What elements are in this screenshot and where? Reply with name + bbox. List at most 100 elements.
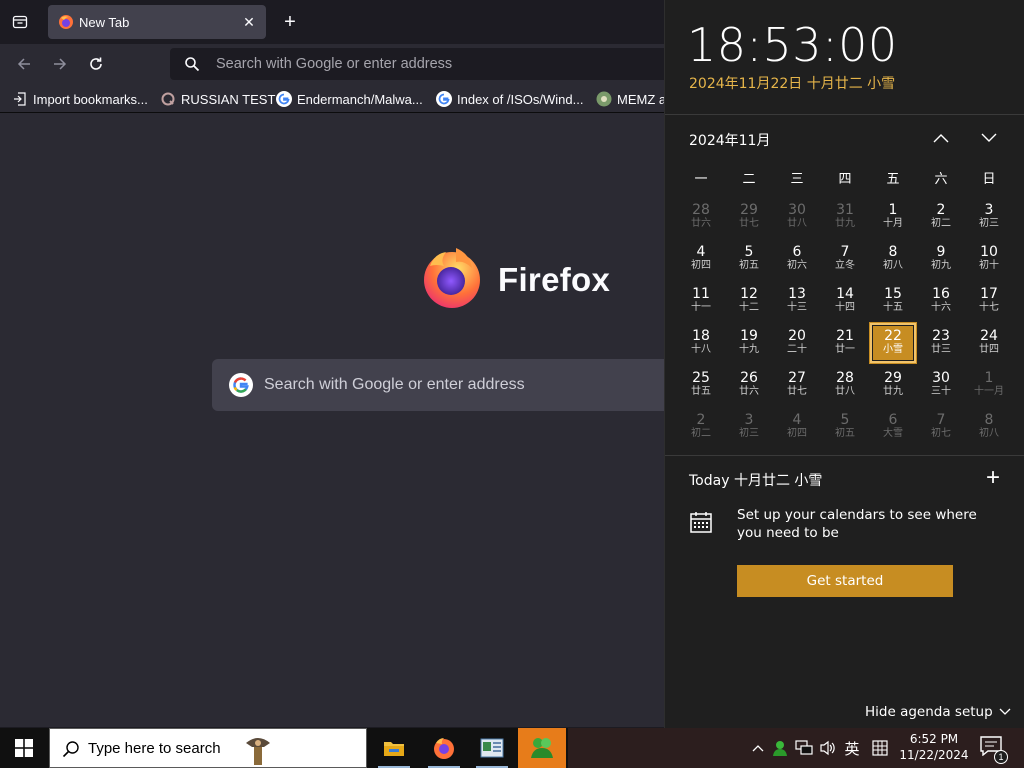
tab-list-icon[interactable] (8, 10, 32, 34)
day-number: 5 (744, 244, 754, 260)
calendar-day[interactable]: 4 初四 (677, 238, 725, 280)
bookmark-memz[interactable]: MEMZ a (596, 89, 664, 109)
file-explorer-taskbar-icon[interactable] (370, 728, 418, 768)
volume-icon[interactable] (818, 738, 838, 758)
add-event-plus-icon[interactable]: + (983, 466, 1003, 490)
address-bar[interactable] (170, 48, 664, 80)
long-date[interactable]: 2024年11月22日 十月廿二 小雪 (689, 73, 895, 93)
calendar-day[interactable]: 13 十三 (773, 280, 821, 322)
app-window-taskbar-icon[interactable] (468, 728, 516, 768)
weekday-label: 三 (790, 172, 804, 187)
calendar-day-today[interactable]: 22 小雪 (869, 322, 917, 364)
lunar-date: 廿八 (787, 218, 807, 229)
calendar-day[interactable]: 10 初十 (965, 238, 1013, 280)
calendar-day[interactable]: 3 初三 (725, 406, 773, 448)
calendar-day[interactable]: 31 廿九 (821, 196, 869, 238)
search-highlight-icon (246, 738, 270, 765)
calendar-day[interactable]: 11 十一 (677, 280, 725, 322)
calendar-day[interactable]: 5 初五 (821, 406, 869, 448)
calendar-day[interactable]: 27 廿七 (773, 364, 821, 406)
windows-start-icon[interactable] (0, 728, 48, 768)
reload-icon[interactable] (84, 52, 108, 76)
calendar-day[interactable]: 6 大雪 (869, 406, 917, 448)
bookmark-russian-test[interactable]: RUSSIAN TEST (160, 89, 275, 109)
calendar-day[interactable]: 9 初九 (917, 238, 965, 280)
back-arrow-icon[interactable] (12, 52, 36, 76)
previous-month-chevron-up-icon[interactable] (929, 126, 953, 150)
lunar-date: 廿九 (835, 218, 855, 229)
ime-mode-grid-icon[interactable] (870, 738, 890, 758)
network-icon[interactable] (794, 738, 814, 758)
notification-center-icon[interactable]: 1 (980, 736, 1008, 764)
bookmark-import[interactable]: Import bookmarks... (12, 89, 148, 109)
taskbar-clock[interactable]: 6:52 PM 11/22/2024 (898, 731, 970, 763)
calendar-day[interactable]: 1 十月 (869, 196, 917, 238)
lunar-date: 十四 (835, 302, 855, 313)
calendar-day[interactable]: 30 廿八 (773, 196, 821, 238)
day-number: 17 (980, 286, 998, 302)
calendar-day[interactable]: 29 廿九 (869, 364, 917, 406)
show-hidden-icons-chevron-up-icon[interactable] (748, 738, 768, 758)
get-started-button[interactable]: Get started (737, 565, 953, 597)
calendar-day[interactable]: 2 初二 (677, 406, 725, 448)
calendar-day[interactable]: 3 初三 (965, 196, 1013, 238)
calendar-day[interactable]: 29 廿七 (725, 196, 773, 238)
calendar-day[interactable]: 16 十六 (917, 280, 965, 322)
calendar-day[interactable]: 28 廿六 (677, 196, 725, 238)
calendar-day[interactable]: 17 十七 (965, 280, 1013, 322)
search-icon (185, 57, 200, 72)
day-number: 29 (884, 370, 902, 386)
day-number: 28 (836, 370, 854, 386)
input-method-indicator[interactable]: 英 (842, 738, 862, 758)
calendar-day[interactable]: 28 廿八 (821, 364, 869, 406)
forward-arrow-icon[interactable] (48, 52, 72, 76)
calendar-day[interactable]: 5 初五 (725, 238, 773, 280)
lunar-date: 大雪 (883, 428, 903, 439)
day-number: 21 (836, 328, 854, 344)
hide-agenda-setup-link[interactable]: Hide agenda setup (865, 704, 1011, 720)
calendar-day[interactable]: 2 初二 (917, 196, 965, 238)
close-tab-icon[interactable]: ✕ (240, 13, 258, 31)
active-app-taskbar-icon[interactable] (518, 728, 566, 768)
lunar-date: 廿六 (739, 386, 759, 397)
calendar-day[interactable]: 15 十五 (869, 280, 917, 322)
calendar-day[interactable]: 21 廿一 (821, 322, 869, 364)
address-input[interactable] (216, 48, 656, 80)
google-icon (276, 91, 292, 107)
google-icon (229, 373, 253, 397)
firefox-taskbar-icon[interactable] (420, 728, 468, 768)
taskbar-date: 11/22/2024 (899, 748, 969, 762)
calendar-day[interactable]: 14 十四 (821, 280, 869, 322)
calendar-day[interactable]: 30 三十 (917, 364, 965, 406)
new-tab-button[interactable]: + (280, 12, 300, 32)
weekday-label: 四 (838, 172, 852, 187)
calendar-day[interactable]: 6 初六 (773, 238, 821, 280)
calendar-day[interactable]: 18 十八 (677, 322, 725, 364)
calendar-day[interactable]: 23 廿三 (917, 322, 965, 364)
bookmark-endermanch[interactable]: Endermanch/Malwa... (276, 89, 423, 109)
tab-new-tab[interactable]: New Tab ✕ (48, 5, 266, 39)
calendar-day[interactable]: 4 初四 (773, 406, 821, 448)
page-search-box[interactable] (212, 359, 664, 411)
calendar-day[interactable]: 8 初八 (965, 406, 1013, 448)
lunar-date: 十五 (883, 302, 903, 313)
calendar-day[interactable]: 7 初七 (917, 406, 965, 448)
calendar-day[interactable]: 20 二十 (773, 322, 821, 364)
page-search-input[interactable] (264, 359, 654, 411)
calendar-day[interactable]: 26 廿六 (725, 364, 773, 406)
calendar-day[interactable]: 1 十一月 (965, 364, 1013, 406)
calendar-day[interactable]: 19 十九 (725, 322, 773, 364)
calendar-day[interactable]: 25 廿五 (677, 364, 725, 406)
calendar-day[interactable]: 12 十二 (725, 280, 773, 322)
calendar-day[interactable]: 7 立冬 (821, 238, 869, 280)
month-title[interactable]: 2024年11月 (689, 130, 770, 150)
next-month-chevron-down-icon[interactable] (977, 126, 1001, 150)
calendar-day[interactable]: 24 廿四 (965, 322, 1013, 364)
bookmark-index-isos[interactable]: Index of /ISOs/Wind... (436, 89, 583, 109)
weekday-label: 日 (982, 172, 996, 187)
calendar-day[interactable]: 8 初八 (869, 238, 917, 280)
site-favicon-icon (596, 91, 612, 107)
day-number: 10 (980, 244, 998, 260)
taskbar-search-box[interactable] (49, 728, 367, 768)
user-account-tray-icon[interactable] (770, 738, 790, 758)
